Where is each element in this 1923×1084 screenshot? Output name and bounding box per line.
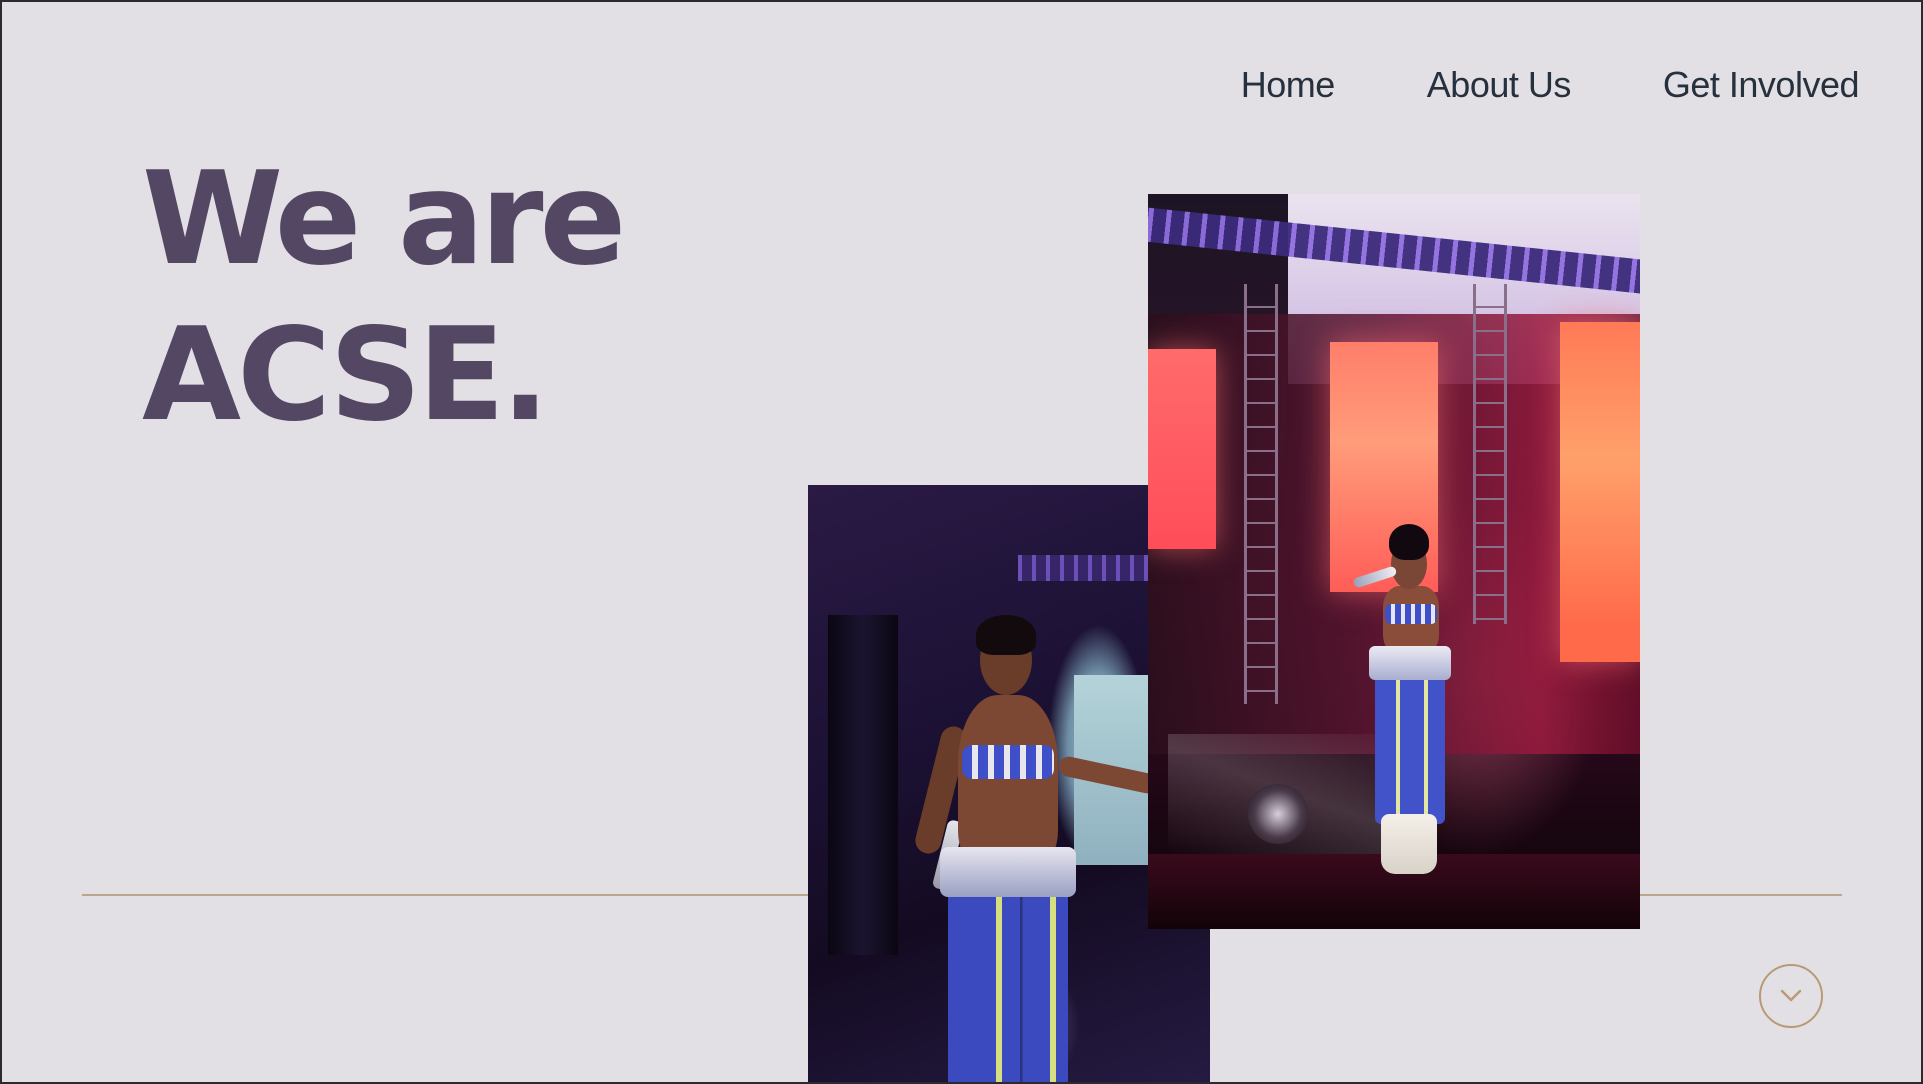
scroll-down-button[interactable] (1759, 964, 1823, 1028)
nav-about-us-link[interactable]: About Us (1427, 64, 1572, 106)
singer-top (1385, 604, 1437, 624)
nav-get-involved-link[interactable]: Get Involved (1663, 64, 1860, 106)
stage-spotlight (1248, 784, 1308, 844)
stage-ladder (1473, 284, 1507, 624)
led-panel (1148, 349, 1216, 549)
hero-title: We are ACSE. (142, 142, 626, 454)
performer-figure (912, 615, 1159, 1082)
performer-pants (948, 865, 1068, 1082)
singer-hair (1389, 524, 1429, 560)
page: Home About Us Get Involved We are ACSE. (0, 0, 1923, 1084)
stage-ladder (1244, 284, 1278, 704)
microphone (1352, 565, 1398, 589)
hero-title-line-2: ACSE. (142, 301, 550, 450)
speaker-stack (828, 615, 898, 955)
chevron-down-icon (1780, 989, 1802, 1002)
singer-belt (1369, 646, 1451, 680)
performer-torso (958, 695, 1058, 865)
hero-title-line-1: We are (142, 145, 626, 294)
performer-hair (976, 615, 1036, 655)
nav-home-link[interactable]: Home (1241, 64, 1336, 106)
main-nav: Home About Us Get Involved (1241, 64, 1860, 106)
performer-singing-on-stage-photo (1148, 194, 1640, 929)
performer-belt (940, 847, 1076, 897)
singer-figure (1352, 524, 1463, 884)
performer-top (962, 745, 1054, 779)
singer-boots (1381, 814, 1437, 874)
led-panel (1560, 322, 1640, 662)
